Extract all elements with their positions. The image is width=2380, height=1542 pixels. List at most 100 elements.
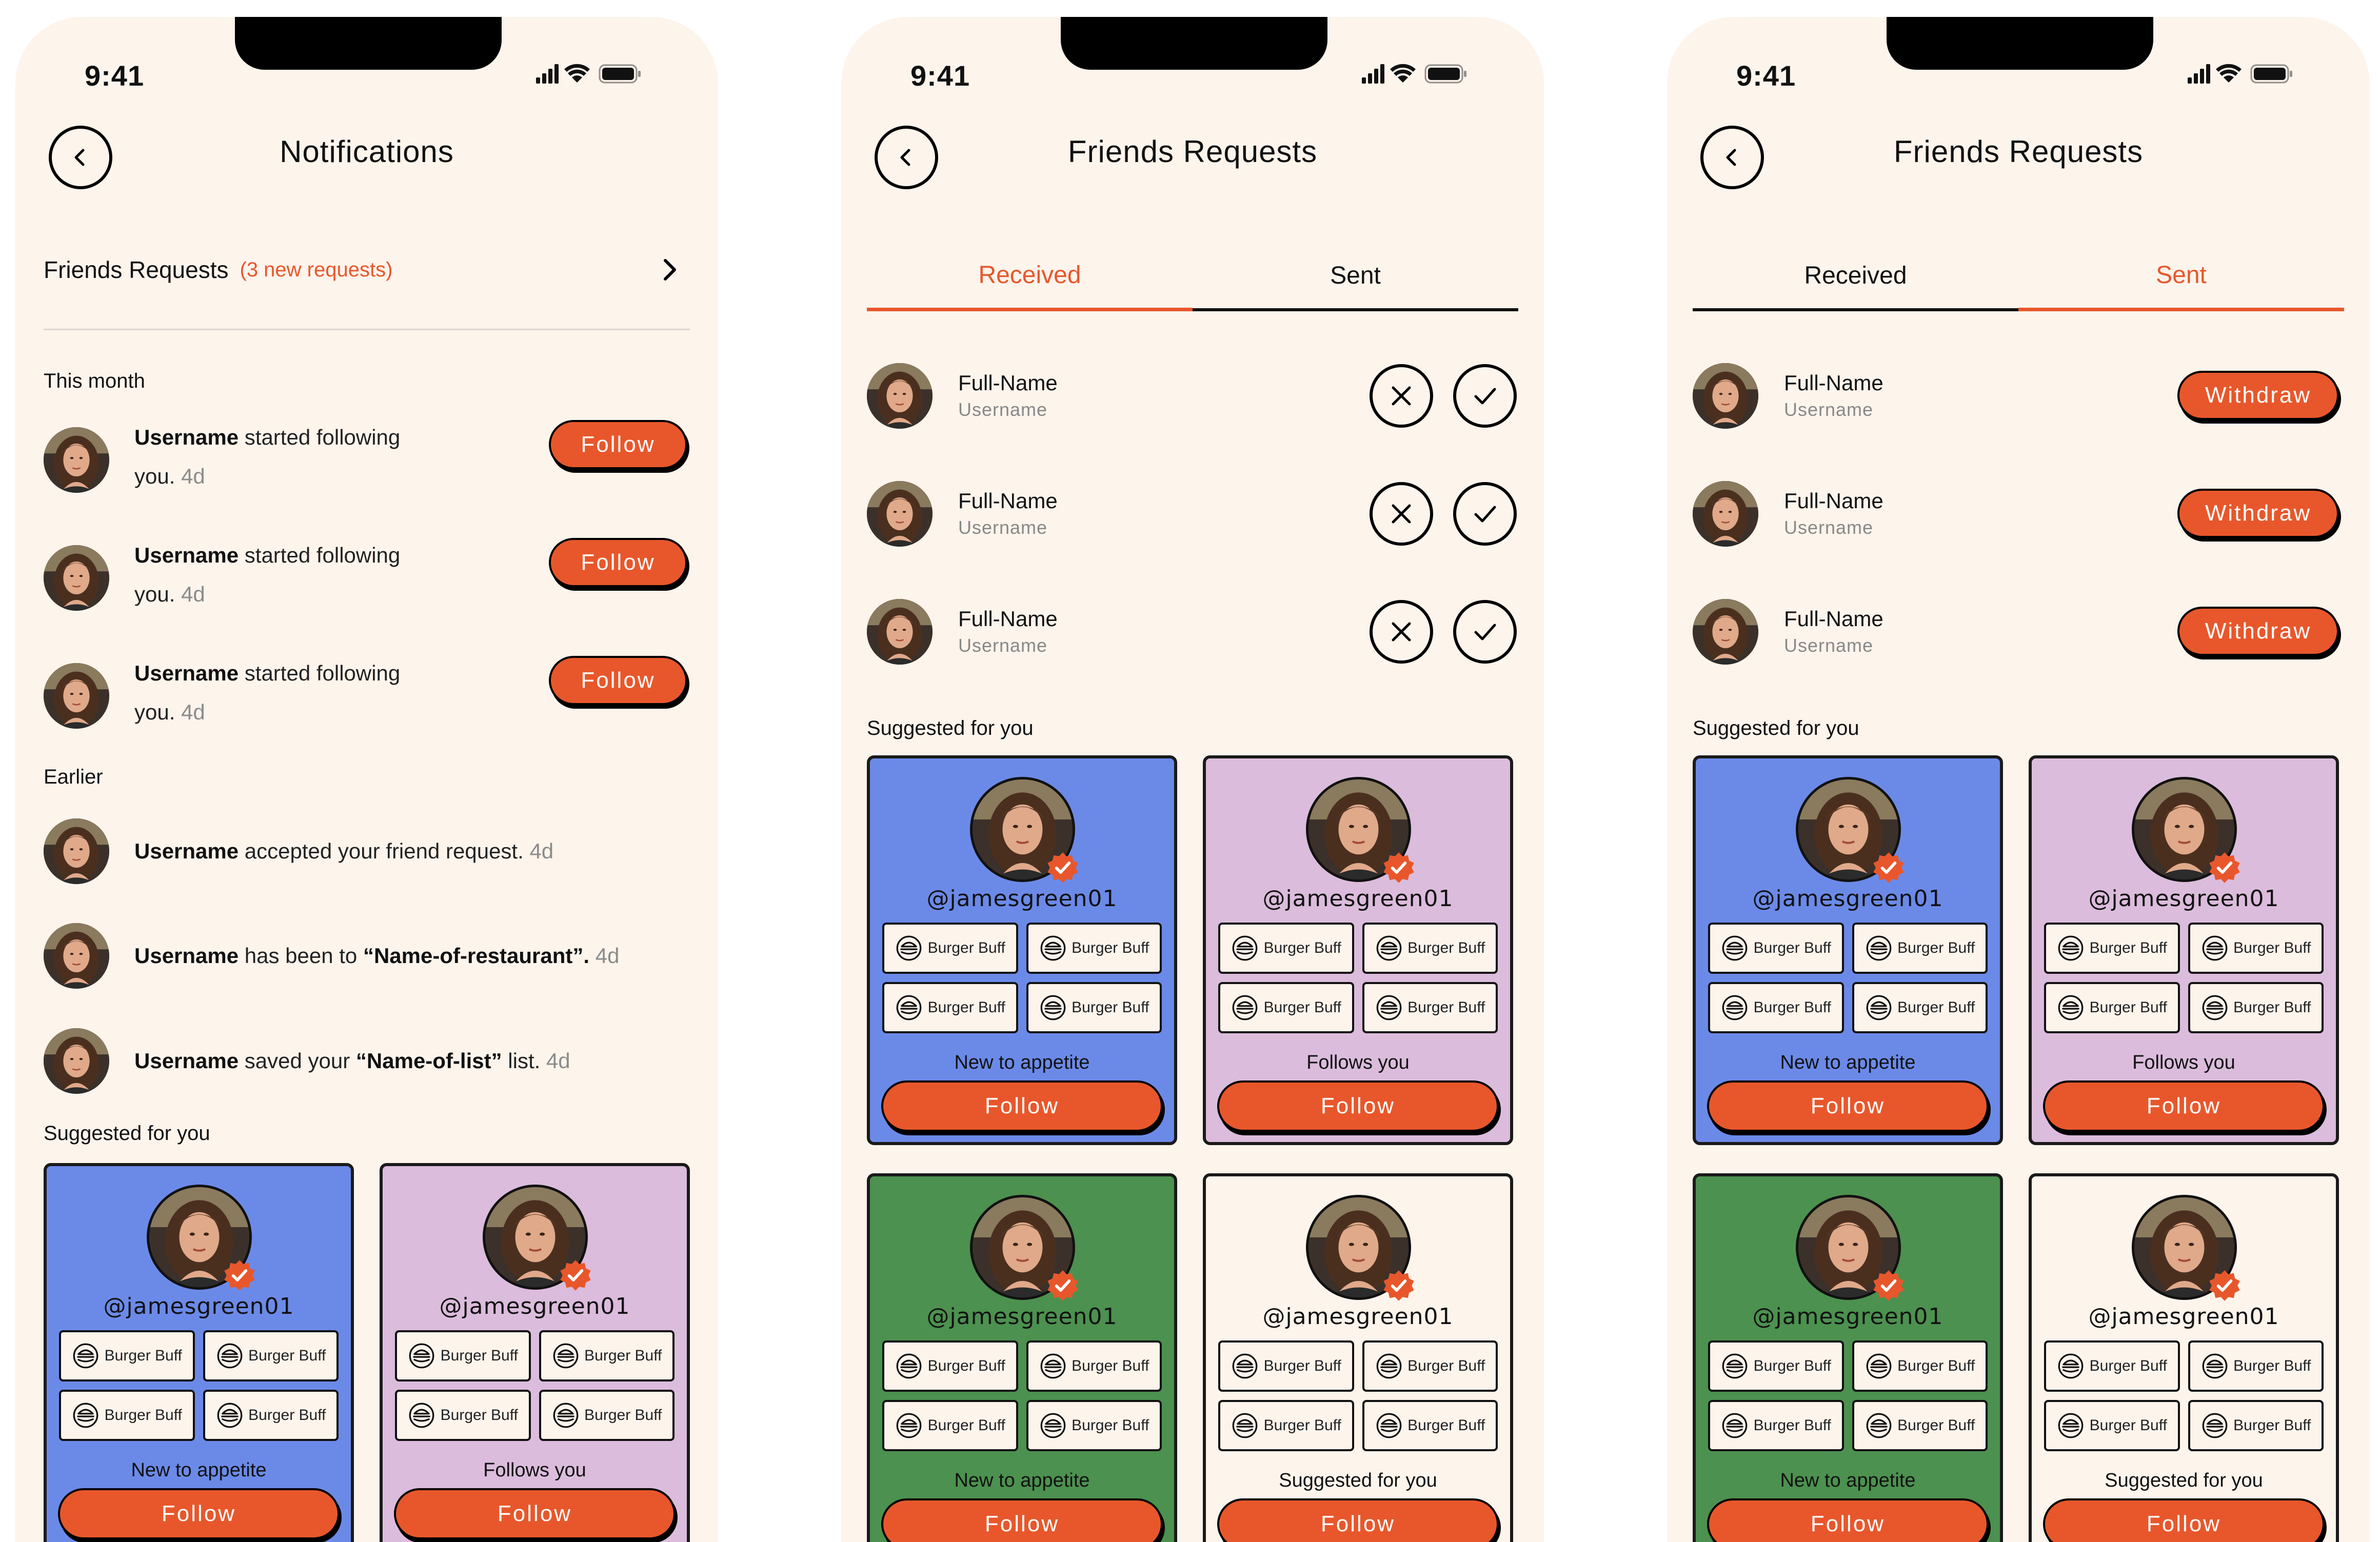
list-link[interactable]: “Name-of-list” [356,1049,502,1073]
taste-tag: Burger Buff [2044,923,2180,974]
burger-icon [1866,994,1892,1021]
profile-handle[interactable]: @jamesgreen01 [1696,886,2000,912]
follow-button[interactable]: Follow [2043,1498,2325,1542]
follow-button[interactable]: Follow [881,1498,1163,1542]
suggested-card[interactable]: @jamesgreen01 Burger Buff Burger Buff Bu… [867,755,1177,1145]
avatar[interactable] [44,923,109,989]
decline-button[interactable] [1370,482,1433,546]
decline-button[interactable] [1370,364,1433,428]
taste-tag: Burger Buff [395,1330,531,1381]
avatar[interactable] [44,427,109,493]
suggested-card[interactable]: @jamesgreen01 Burger Buff Burger Buff Bu… [380,1163,690,1542]
avatar[interactable] [44,818,109,884]
divider [44,329,690,330]
profile-avatar[interactable] [1306,1195,1411,1300]
follow-button[interactable]: Follow [549,538,687,587]
burger-icon [1866,1353,1892,1379]
profile-avatar[interactable] [1306,777,1411,882]
burger-icon [1376,994,1402,1021]
profile-avatar[interactable] [970,1195,1075,1300]
follow-button[interactable]: Follow [881,1080,1163,1132]
suggested-card[interactable]: @jamesgreen01 Burger Buff Burger Buff Bu… [1693,1173,2003,1542]
suggested-card[interactable]: @jamesgreen01 Burger Buff Burger Buff Bu… [1693,755,2003,1145]
suggested-card[interactable]: @jamesgreen01 Burger Buff Burger Buff Bu… [1203,1173,1513,1542]
follow-button[interactable]: Follow [58,1488,340,1539]
section-this-month: This month [44,370,145,392]
follow-button[interactable]: Follow [1217,1498,1499,1542]
section-earlier: Earlier [44,766,103,788]
notification-username[interactable]: Username [134,543,239,567]
notification-username[interactable]: Username [134,944,239,968]
taste-tags: Burger Buff Burger Buff Burger Buff Burg… [59,1330,339,1441]
withdraw-button[interactable]: Withdraw [2177,371,2339,420]
follow-button[interactable]: Follow [1707,1080,1989,1132]
tab-received[interactable]: Received [867,243,1193,311]
notch [1061,17,1327,70]
avatar[interactable] [1693,363,1758,429]
profile-handle[interactable]: @jamesgreen01 [2032,1304,2336,1330]
suggested-card[interactable]: @jamesgreen01 Burger Buff Burger Buff Bu… [44,1163,354,1542]
avatar[interactable] [1693,599,1758,665]
avatar[interactable] [867,599,933,665]
follow-button[interactable]: Follow [1707,1498,1989,1542]
avatar[interactable] [1693,481,1758,547]
profile-avatar[interactable] [2132,777,2237,882]
tab-sent[interactable]: Sent [1193,243,1518,311]
follow-button[interactable]: Follow [1217,1080,1499,1132]
avatar[interactable] [867,481,933,547]
suggested-card[interactable]: @jamesgreen01 Burger Buff Burger Buff Bu… [867,1173,1177,1542]
status-icons [536,62,669,86]
taste-tag: Burger Buff [203,1390,339,1441]
tag-label: Burger Buff [104,1407,182,1424]
profile-handle[interactable]: @jamesgreen01 [1206,886,1510,912]
restaurant-link[interactable]: “Name-of-restaurant”. [363,944,589,968]
accept-button[interactable] [1453,364,1517,428]
profile-avatar[interactable] [147,1185,252,1290]
notification-username[interactable]: Username [134,661,239,685]
profile-handle[interactable]: @jamesgreen01 [870,1304,1174,1330]
tab-received[interactable]: Received [1693,243,2018,311]
burger-icon [2057,935,2084,962]
follow-button[interactable]: Follow [394,1488,676,1539]
friends-requests-link[interactable]: Friends Requests (3 new requests) [44,252,690,288]
profile-avatar[interactable] [2132,1195,2237,1300]
follow-button[interactable]: Follow [549,420,687,469]
notification-username[interactable]: Username [134,839,239,863]
profile-avatar[interactable] [1796,777,1901,882]
tag-label: Burger Buff [2233,1357,2311,1374]
follow-button[interactable]: Follow [549,656,687,705]
withdraw-button[interactable]: Withdraw [2177,607,2339,656]
withdraw-button[interactable]: Withdraw [2177,489,2339,538]
profile-handle[interactable]: @jamesgreen01 [870,886,1174,912]
suggested-card[interactable]: @jamesgreen01 Burger Buff Burger Buff Bu… [2029,1173,2339,1542]
taste-tag: Burger Buff [1708,1400,1844,1451]
notification-username[interactable]: Username [134,1049,239,1073]
suggested-card[interactable]: @jamesgreen01 Burger Buff Burger Buff Bu… [1203,755,1513,1145]
profile-avatar[interactable] [970,777,1075,882]
notification-username[interactable]: Username [134,425,239,449]
profile-handle[interactable]: @jamesgreen01 [2032,886,2336,912]
tag-label: Burger Buff [1753,999,1831,1016]
decline-button[interactable] [1370,600,1433,664]
profile-handle[interactable]: @jamesgreen01 [383,1293,687,1319]
accept-button[interactable] [1453,482,1517,546]
profile-handle[interactable]: @jamesgreen01 [1696,1304,2000,1330]
avatar[interactable] [44,545,109,611]
accept-button[interactable] [1453,600,1517,664]
follow-button[interactable]: Follow [2043,1080,2325,1132]
verified-badge-icon [1046,1269,1080,1303]
burger-icon [1040,994,1066,1021]
suggested-card[interactable]: @jamesgreen01 Burger Buff Burger Buff Bu… [2029,755,2339,1145]
avatar[interactable] [867,363,933,429]
avatar[interactable] [44,663,109,729]
taste-tags: Burger Buff Burger Buff Burger Buff Burg… [1218,923,1498,1033]
taste-tags: Burger Buff Burger Buff Burger Buff Burg… [1708,1340,1988,1451]
taste-tag: Burger Buff [2188,1340,2324,1392]
profile-handle[interactable]: @jamesgreen01 [47,1293,351,1319]
avatar[interactable] [44,1028,109,1094]
profile-avatar[interactable] [1796,1195,1901,1300]
profile-handle[interactable]: @jamesgreen01 [1206,1304,1510,1330]
tab-sent[interactable]: Sent [2018,243,2344,311]
chevron-right-icon [664,259,676,281]
profile-avatar[interactable] [483,1185,588,1290]
